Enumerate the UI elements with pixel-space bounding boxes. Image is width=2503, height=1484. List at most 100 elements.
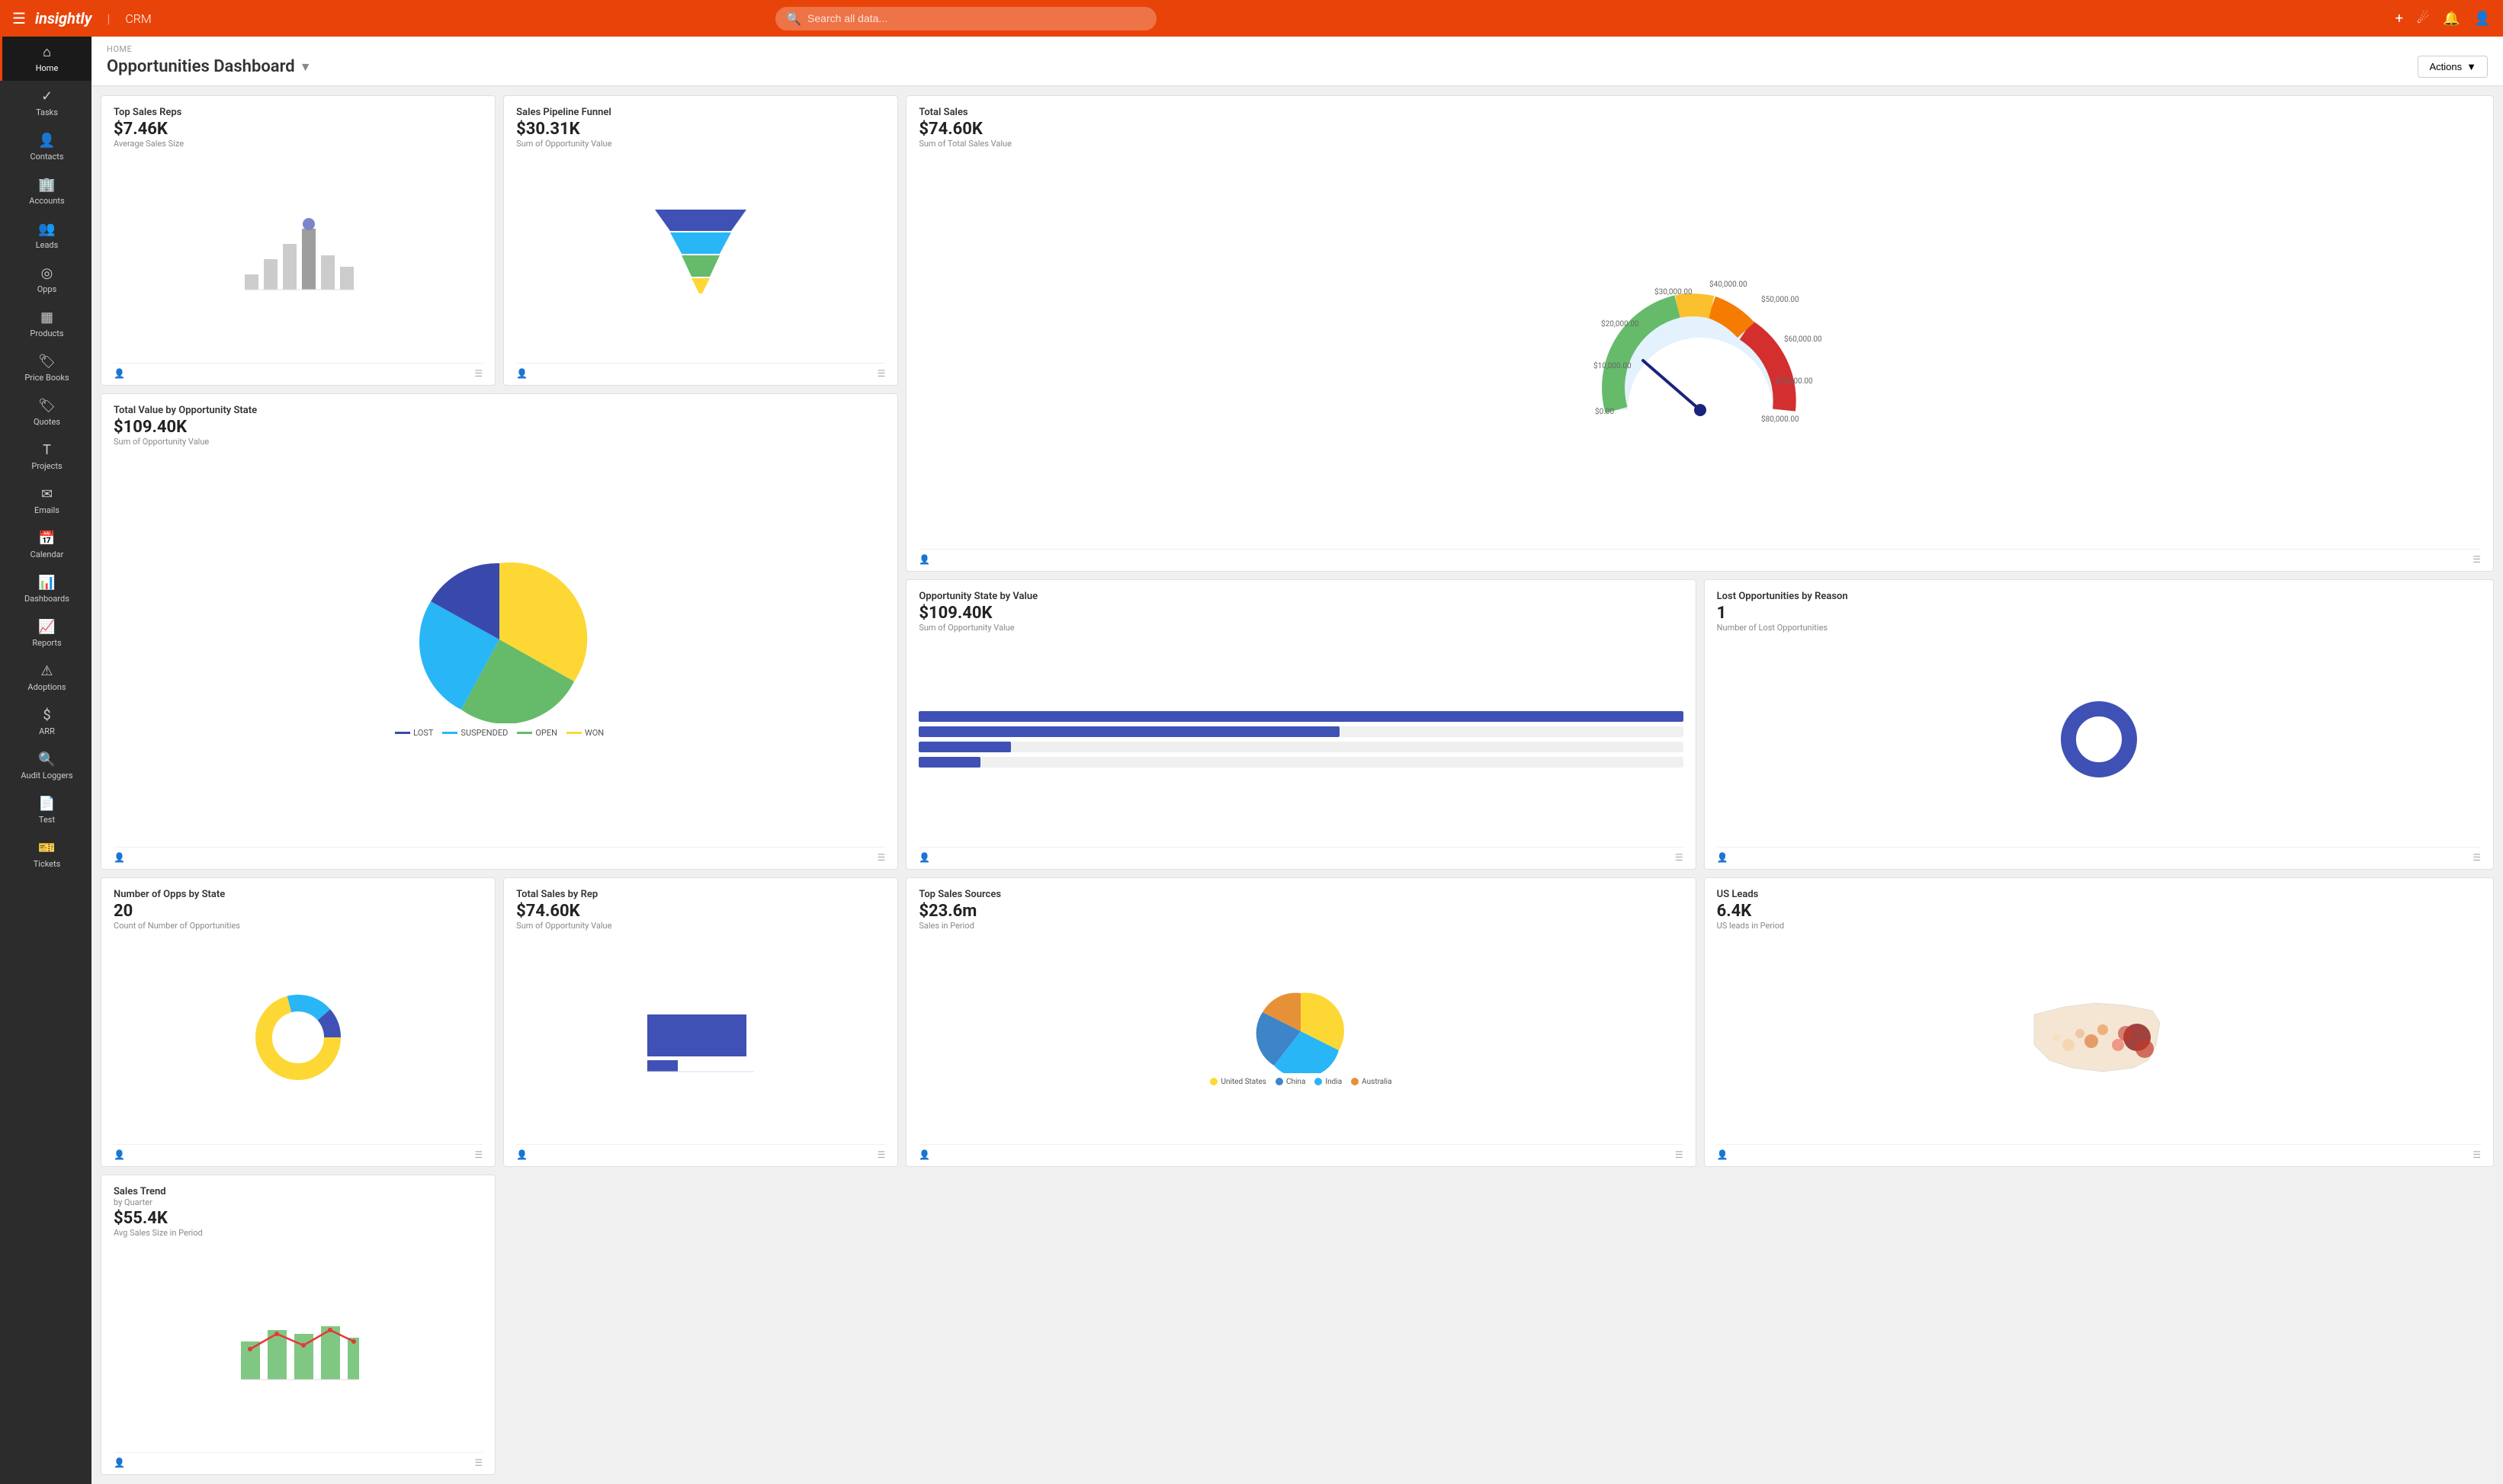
footer-table-icon[interactable]: ☰ — [2473, 554, 2481, 565]
card-footer: 👤 ☰ — [919, 549, 2481, 565]
sidebar-item-accounts[interactable]: 🏢 Accounts — [0, 169, 91, 213]
footer-table-icon[interactable]: ☰ — [2473, 1149, 2481, 1160]
legend-label-india: India — [1325, 1078, 1342, 1086]
sidebar-label-tasks: Tasks — [36, 107, 58, 117]
footer-user-icon: 👤 — [1717, 1149, 1728, 1160]
legend-dot-australia — [1351, 1078, 1359, 1085]
bar-row — [919, 757, 1683, 768]
card-footer: 👤 ☰ — [114, 1144, 483, 1160]
bar-fill — [919, 726, 1339, 737]
sidebar-label-home: Home — [36, 63, 59, 73]
grid-icon[interactable]: ☄ — [2417, 11, 2429, 27]
card-footer: 👤 ☰ — [114, 363, 483, 379]
sidebar-label-accounts: Accounts — [29, 196, 64, 206]
legend-australia: Australia — [1351, 1078, 1391, 1086]
dashboards-icon: 📊 — [38, 575, 55, 591]
sidebar-item-leads[interactable]: 👥 Leads — [0, 213, 91, 258]
sidebar-item-calendar[interactable]: 📅 Calendar — [0, 523, 91, 567]
sidebar-item-tasks[interactable]: ✓ Tasks — [0, 81, 91, 125]
footer-user-icon: 👤 — [919, 1149, 930, 1160]
sidebar-label-price-books: Price Books — [24, 373, 69, 383]
legend-open: OPEN — [517, 728, 557, 738]
top-sales-reps-chart — [237, 213, 359, 297]
legend-label-china: China — [1286, 1078, 1305, 1086]
legend-dot-india — [1314, 1078, 1322, 1085]
card-subtitle: Avg Sales Size in Period — [114, 1228, 483, 1238]
footer-table-icon[interactable]: ☰ — [1675, 852, 1683, 863]
footer-table-icon[interactable]: ☰ — [474, 1457, 483, 1468]
dropdown-caret[interactable]: ▼ — [300, 59, 312, 75]
donut-chart — [2057, 697, 2141, 781]
page-title-row: Opportunities Dashboard ▼ Actions ▼ — [107, 56, 2488, 78]
card-subtitle: Sum of Total Sales Value — [919, 139, 2481, 149]
footer-table-icon[interactable]: ☰ — [2473, 852, 2481, 863]
sidebar-item-emails[interactable]: ✉ Emails — [0, 479, 91, 523]
sidebar-label-audit: Audit Loggers — [21, 771, 72, 780]
card-title-sub: by Quarter — [114, 1197, 483, 1207]
footer-table-icon[interactable]: ☰ — [878, 852, 886, 863]
accounts-icon: 🏢 — [38, 177, 55, 193]
hamburger-menu[interactable]: ☰ — [12, 9, 26, 27]
card-lost-opps: Lost Opportunities by Reason 1 Number of… — [1704, 579, 2494, 870]
card-title: US Leads — [1717, 889, 2481, 900]
sidebar-item-home[interactable]: ⌂ Home — [0, 37, 91, 81]
card-chart — [114, 1244, 483, 1446]
actions-button[interactable]: Actions ▼ — [2418, 56, 2488, 78]
sidebar-label-products: Products — [30, 329, 63, 338]
card-chart: LOST SUSPENDED OPEN WON — [114, 453, 885, 841]
card-subtitle: Average Sales Size — [114, 139, 483, 149]
main-layout: ⌂ Home ✓ Tasks 👤 Contacts 🏢 Accounts 👥 L… — [0, 37, 2503, 1484]
reports-icon: 📈 — [38, 619, 55, 635]
bar-track — [919, 757, 1683, 768]
card-title: Opportunity State by Value — [919, 591, 1683, 602]
sidebar-label-dashboards: Dashboards — [24, 594, 69, 604]
legend-color-won — [566, 732, 582, 734]
card-title: Sales Pipeline Funnel — [516, 107, 885, 118]
projects-icon: T — [43, 442, 51, 458]
dashboard-grid: Top Sales Reps $7.46K Average Sales Size — [91, 86, 2503, 1484]
sidebar-item-reports[interactable]: 📈 Reports — [0, 611, 91, 655]
sidebar-item-adoptions[interactable]: ⚠ Adoptions — [0, 655, 91, 700]
sidebar-item-price-books[interactable]: 🏷 Price Books — [0, 346, 91, 390]
bar-rep-chart — [640, 995, 762, 1079]
bar-fill — [919, 757, 980, 768]
sidebar-item-audit[interactable]: 🔍 Audit Loggers — [0, 744, 91, 788]
card-footer: 👤 ☰ — [114, 847, 885, 863]
calendar-icon: 📅 — [38, 530, 55, 546]
svg-text:$30,000.00: $30,000.00 — [1654, 287, 1693, 296]
sidebar-item-quotes[interactable]: 🏷 Quotes — [0, 390, 91, 434]
footer-user-icon: 👤 — [114, 1149, 125, 1160]
arr-icon: $ — [43, 707, 50, 723]
card-title: Total Sales — [919, 107, 2481, 118]
footer-table-icon[interactable]: ☰ — [474, 1149, 483, 1160]
footer-table-icon[interactable]: ☰ — [1675, 1149, 1683, 1160]
sidebar-item-arr[interactable]: $ ARR — [0, 700, 91, 744]
bell-icon[interactable]: 🔔 — [2443, 11, 2460, 27]
sidebar-item-test[interactable]: 📄 Test — [0, 788, 91, 832]
bar-track — [919, 726, 1683, 737]
sidebar-item-tickets[interactable]: 🎫 Tickets — [0, 832, 91, 877]
search-bar[interactable]: 🔍 — [775, 7, 1157, 30]
footer-table-icon[interactable]: ☰ — [878, 368, 886, 379]
funnel-chart — [640, 210, 762, 301]
card-title: Lost Opportunities by Reason — [1717, 591, 2481, 602]
sidebar-item-projects[interactable]: T Projects — [0, 434, 91, 479]
sidebar-item-opps[interactable]: ◎ Opps — [0, 258, 91, 302]
sidebar-label-test: Test — [39, 815, 55, 825]
card-title: Number of Opps by State — [114, 889, 483, 900]
legend-label-us: United States — [1221, 1078, 1266, 1086]
sidebar-item-dashboards[interactable]: 📊 Dashboards — [0, 567, 91, 611]
card-footer: 👤 ☰ — [1717, 1144, 2481, 1160]
user-icon[interactable]: 👤 — [2474, 11, 2491, 27]
legend-suspended: SUSPENDED — [442, 728, 508, 738]
footer-table-icon[interactable]: ☰ — [878, 1149, 886, 1160]
search-input[interactable] — [807, 12, 1146, 24]
card-subtitle: Sales in Period — [919, 921, 1683, 931]
footer-user-icon: 👤 — [919, 554, 930, 565]
legend-label-suspended: SUSPENDED — [460, 728, 508, 738]
sidebar-item-contacts[interactable]: 👤 Contacts — [0, 125, 91, 169]
card-num-opps-state: Number of Opps by State 20 Count of Numb… — [101, 877, 496, 1168]
sidebar-item-products[interactable]: ▦ Products — [0, 302, 91, 346]
add-icon[interactable]: + — [2395, 11, 2403, 27]
footer-table-icon[interactable]: ☰ — [474, 368, 483, 379]
